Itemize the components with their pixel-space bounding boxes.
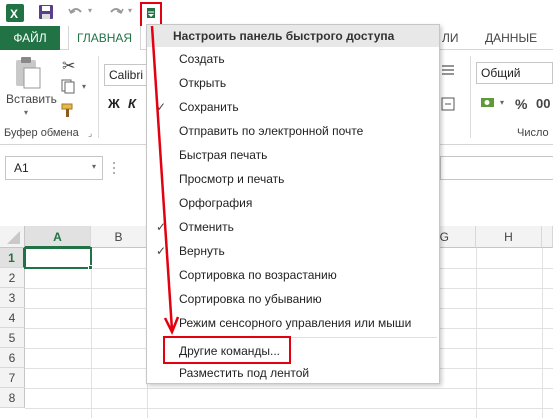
annotation-arrow-icon	[150, 25, 180, 336]
